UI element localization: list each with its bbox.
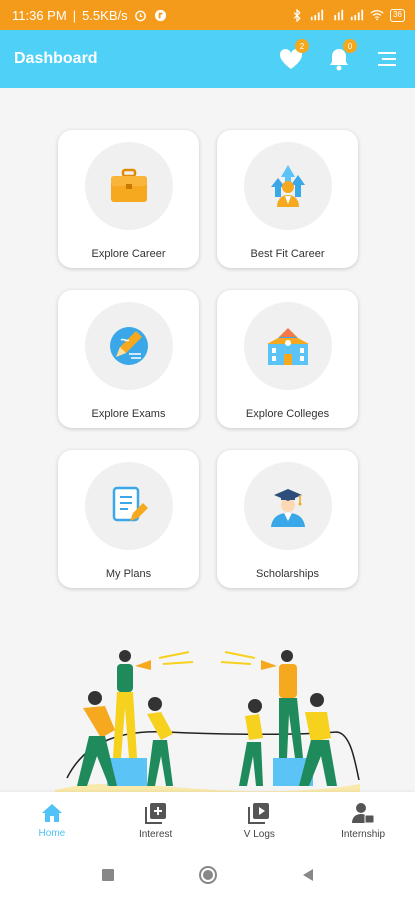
card-explore-colleges[interactable]: Explore Colleges (217, 290, 358, 428)
briefcase-icon (110, 168, 147, 202)
status-time: 11:36 PM (12, 7, 67, 23)
home-icon (41, 804, 62, 822)
card-label: Explore Exams (91, 408, 166, 420)
plan-document-icon (112, 486, 148, 522)
college-building-icon (266, 328, 309, 365)
wifi-icon (370, 8, 384, 22)
bottom-navigation: Home Interest V Logs Internship (0, 792, 415, 850)
back-button[interactable] (298, 865, 318, 885)
add-box-icon (144, 803, 166, 824)
square-icon (101, 869, 114, 881)
notifications-badge: 0 (343, 39, 357, 53)
dashboard-grid: Explore Career Best Fit Career Explore E… (58, 130, 358, 588)
video-library-icon (248, 803, 270, 824)
nav-label: Home (38, 828, 66, 839)
notifications-button[interactable]: 0 (325, 39, 357, 73)
career-growth-icon (270, 165, 305, 207)
app-notification-icon (154, 8, 168, 22)
card-label: Scholarships (256, 568, 319, 580)
nav-label: Interest (138, 829, 173, 840)
status-speed: 5.5KB/s (82, 7, 128, 23)
system-navigation-bar (0, 850, 415, 900)
alarm-icon (134, 8, 148, 22)
home-system-button[interactable] (198, 865, 218, 885)
volte-signal-icon (330, 8, 344, 22)
card-explore-career[interactable]: Explore Career (58, 130, 199, 268)
card-label: Explore Colleges (245, 408, 330, 420)
card-my-plans[interactable]: My Plans (58, 450, 199, 588)
card-label: Explore Career (91, 248, 166, 260)
nav-vlogs[interactable]: V Logs (214, 802, 304, 840)
nav-home[interactable]: Home (7, 803, 97, 839)
nav-label: Internship (341, 829, 386, 840)
battery-indicator: 36 (390, 8, 405, 22)
nav-interest[interactable]: Interest (111, 802, 201, 840)
card-explore-exams[interactable]: Explore Exams (58, 290, 199, 428)
card-label: Best Fit Career (250, 248, 325, 260)
card-label: My Plans (105, 568, 152, 580)
menu-icon (378, 52, 396, 66)
favorites-badge: 2 (295, 39, 309, 53)
circle-icon (198, 866, 217, 884)
favorites-button[interactable]: 2 (277, 39, 309, 73)
app-bar: Dashboard 2 0 (0, 30, 415, 88)
status-bar: 11:36 PM | 5.5KB/s 36 (0, 0, 415, 30)
card-best-fit-career[interactable]: Best Fit Career (217, 130, 358, 268)
bluetooth-icon (290, 8, 304, 22)
tug-of-war-illustration (55, 650, 360, 792)
signal-icon-2 (350, 8, 364, 22)
nav-label: V Logs (243, 829, 275, 840)
card-scholarships[interactable]: Scholarships (217, 450, 358, 588)
page-title: Dashboard (14, 50, 98, 67)
back-triangle-icon (302, 869, 313, 881)
signal-icon (310, 8, 324, 22)
graduate-icon (270, 489, 305, 527)
menu-button[interactable] (373, 45, 401, 73)
nav-internship[interactable]: Internship (318, 802, 408, 840)
person-work-icon (352, 803, 375, 824)
exam-pen-icon (109, 327, 148, 365)
recents-button[interactable] (98, 865, 118, 885)
